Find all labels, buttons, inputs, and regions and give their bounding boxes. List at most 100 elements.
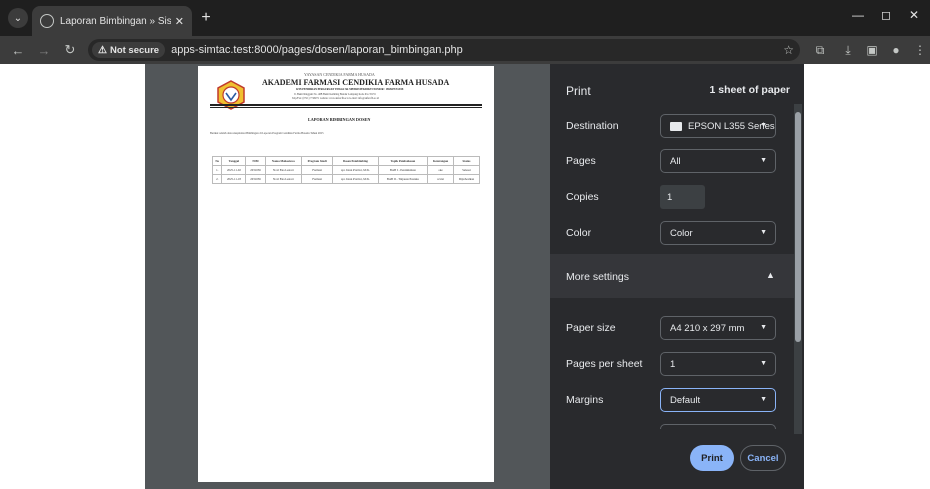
chevron-down-icon: ▼	[760, 229, 767, 236]
table-row: 1. 2025-11-02 2031036 Novi Eka Lestari F…	[211, 165, 481, 175]
more-settings-toggle[interactable]: More settings ▲	[550, 254, 794, 298]
table-cell: apt. Intan Pratiwi, M.Si.	[332, 165, 379, 175]
table-cell: BAB II - Tinjauan Pustaka	[377, 174, 429, 184]
paper-size-select[interactable]: A4 210 x 297 mm ▼	[660, 316, 776, 340]
print-dialog-footer: Print Cancel	[550, 429, 794, 489]
tab-close-icon[interactable]: ✕	[175, 15, 184, 28]
contact-text: Telp/Fax: (0721) 7746071 website: www.ak…	[292, 97, 379, 100]
table-cell: 2.	[211, 174, 223, 184]
bookmark-star-icon[interactable]: ☆	[783, 43, 794, 57]
table-cell: 2031036	[245, 165, 266, 175]
settings-scrollbar[interactable]	[794, 104, 802, 434]
minimize-button[interactable]: —	[848, 8, 868, 22]
table-cell: Selesai	[452, 165, 481, 175]
tab-laporan-bimbingan[interactable]: Laporan Bimbingan » Sistem In... ✕	[32, 6, 192, 36]
column-header: Status	[452, 156, 481, 166]
warning-icon: ⚠	[98, 44, 107, 56]
sheet-count: 1 sheet of paper	[709, 84, 790, 96]
header-divider-thin	[210, 107, 482, 108]
tab-title: Laporan Bimbingan » Sistem In...	[60, 15, 171, 27]
browser-toolbar: ← → ↻ ⚠ Not secure apps-simtac.test:8000…	[0, 36, 930, 64]
color-value: Color	[670, 227, 693, 239]
address-bar[interactable]: ⚠ Not secure apps-simtac.test:8000/pages…	[88, 39, 800, 61]
chevron-up-icon: ▲	[766, 270, 775, 280]
table-cell: Farmasi	[301, 174, 334, 184]
forward-arrow-icon[interactable]: →	[34, 40, 54, 60]
table-header-row: No Tanggal NIM Nama Mahasiswa Program St…	[211, 156, 481, 166]
download-icon[interactable]: ⤓	[838, 40, 858, 60]
column-header: NIM	[245, 156, 266, 166]
margins-value: Default	[670, 394, 701, 406]
table-cell: 2031036	[245, 174, 266, 184]
print-dialog-title: Print	[566, 84, 591, 98]
destination-select[interactable]: EPSON L355 Series ▼	[660, 114, 776, 138]
print-dialog: Print 1 sheet of paper Destination EPSON…	[550, 64, 804, 489]
column-header: No	[211, 156, 223, 166]
header-divider	[210, 104, 482, 106]
chevron-down-icon: ▼	[760, 157, 767, 164]
cancel-button[interactable]: Cancel	[740, 445, 786, 471]
pages-select[interactable]: All ▼	[660, 149, 776, 173]
foundation-name: YAYASAN CENDIKIA FARMA HUSADA	[304, 72, 375, 77]
printer-icon	[670, 121, 682, 131]
paper-size-value: A4 210 x 297 mm	[670, 322, 745, 334]
extensions-icon[interactable]: ⧉	[810, 40, 830, 60]
institution-name: AKADEMI FARMASI CENDIKIA FARMA HUSADA	[262, 78, 450, 87]
security-indicator[interactable]: ⚠ Not secure	[92, 42, 166, 58]
column-header: Tanggal	[221, 156, 247, 166]
report-subtitle: Berikut adalah data rekapitulasi Bimbing…	[210, 132, 324, 135]
url-text: apps-simtac.test:8000/pages/dosen/lapora…	[171, 44, 463, 56]
side-panel-icon[interactable]: ▣	[862, 40, 882, 60]
profile-avatar-icon[interactable]: ●	[886, 40, 906, 60]
print-preview-page: YAYASAN CENDIKIA FARMA HUSADA AKADEMI FA…	[198, 66, 494, 482]
pages-per-sheet-label: Pages per sheet	[566, 358, 643, 370]
table-cell: Novi Eka Lestari	[264, 174, 303, 184]
guidance-table: No Tanggal NIM Nama Mahasiswa Program St…	[211, 156, 481, 184]
scrollbar-thumb[interactable]	[795, 112, 801, 342]
security-label: Not secure	[109, 44, 160, 56]
margins-select[interactable]: Default ▼	[660, 388, 776, 412]
more-settings-label: More settings	[566, 271, 630, 283]
chevron-down-icon: ▼	[760, 396, 767, 403]
tab-search-button[interactable]: ⌄	[8, 8, 28, 28]
column-header: Keterangan	[427, 156, 454, 166]
table-cell: 2025-11-18	[221, 174, 247, 184]
table-cell: oke	[427, 165, 454, 175]
table-cell: Novi Eka Lestari	[264, 165, 303, 175]
reload-icon[interactable]: ↻	[60, 40, 80, 60]
column-header: Program Studi	[301, 156, 334, 166]
decree-text: IZIN PENDIRIAN PERGURUAN TINGGI SK MENRI…	[296, 88, 404, 91]
pages-label: Pages	[566, 155, 596, 167]
institution-logo-icon	[217, 80, 245, 110]
report-title: LAPORAN BIMBINGAN DOSEN	[308, 117, 371, 122]
color-select[interactable]: Color ▼	[660, 221, 776, 245]
column-header: Topik Pembahasan	[377, 156, 429, 166]
pages-value: All	[670, 155, 681, 167]
tab-strip: ⌄ Laporan Bimbingan » Sistem In... ✕ + —…	[0, 0, 930, 36]
new-tab-button[interactable]: +	[196, 8, 216, 28]
margins-label: Margins	[566, 394, 604, 406]
table-cell: 2025-11-02	[221, 165, 247, 175]
copies-label: Copies	[566, 191, 599, 203]
back-arrow-icon[interactable]: ←	[8, 40, 28, 60]
pages-per-sheet-select[interactable]: 1 ▼	[660, 352, 776, 376]
table-cell: apt. Intan Pratiwi, M.Si.	[332, 174, 379, 184]
table-cell: revisi	[427, 174, 454, 184]
table-cell: Farmasi	[301, 165, 334, 175]
chevron-down-icon: ▼	[760, 122, 767, 129]
color-label: Color	[566, 227, 592, 239]
copies-input[interactable]: 1	[660, 185, 705, 209]
table-cell: BAB I - Pendahuluan	[377, 165, 429, 175]
chevron-down-icon: ▼	[760, 324, 767, 331]
print-button[interactable]: Print	[690, 445, 734, 471]
table-cell: 1.	[211, 165, 223, 175]
restore-button[interactable]: ◻	[876, 8, 896, 22]
close-window-button[interactable]: ✕	[904, 8, 924, 22]
paper-size-label: Paper size	[566, 322, 616, 334]
column-header: Nama Mahasiswa	[264, 156, 303, 166]
menu-kebab-icon[interactable]: ⋮	[910, 40, 930, 60]
pages-per-sheet-value: 1	[670, 358, 676, 370]
chevron-down-icon: ▼	[760, 360, 767, 367]
destination-label: Destination	[566, 120, 619, 132]
table-cell: Dijadwalkan	[452, 174, 481, 184]
